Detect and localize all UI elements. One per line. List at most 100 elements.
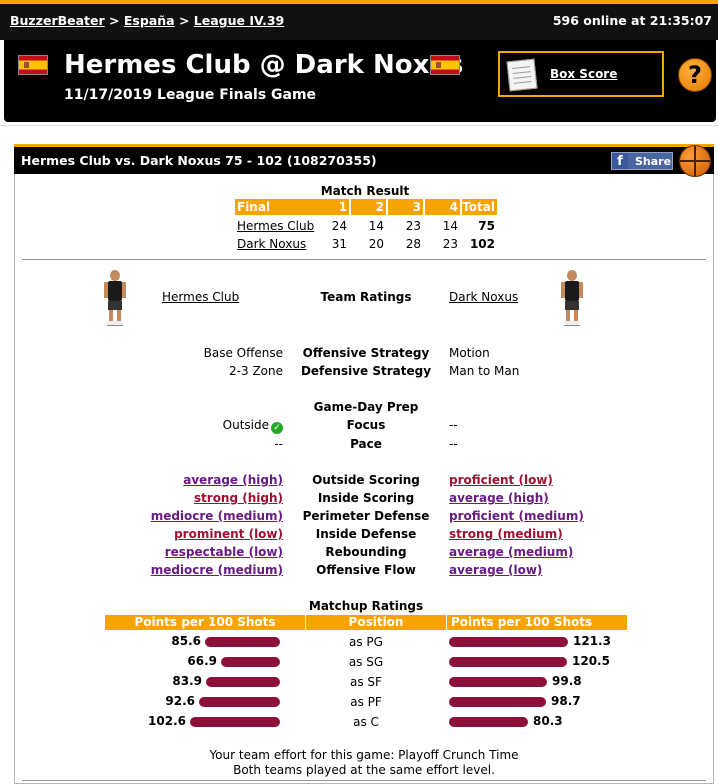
score-cell: 23 [405, 219, 421, 233]
matchup-position: as SF [350, 675, 382, 689]
panel-title: Hermes Club vs. Dark Noxus 75 - 102 (108… [21, 153, 377, 168]
away-defensive-strategy: Man to Man [449, 364, 520, 378]
basketball-icon [679, 145, 711, 177]
home-rebounding[interactable]: respectable (low) [83, 545, 283, 559]
score-header-q2: 2 [351, 199, 386, 215]
matchup-away-bar [449, 717, 528, 727]
matchup-home-value: 92.6 [165, 694, 195, 708]
matchup-home-bar [221, 657, 280, 667]
box-score-button[interactable]: Box Score [498, 51, 664, 97]
outside-scoring-label: Outside Scoring [312, 473, 420, 487]
top-nav-bar: BuzzerBeater > España > League IV.39 596… [0, 0, 718, 40]
score-cell: 20 [368, 237, 384, 251]
game-day-prep-title: Game-Day Prep [313, 400, 419, 414]
matchup-home-value: 83.9 [172, 674, 202, 688]
check-icon: ✓ [271, 422, 283, 434]
game-subtitle: 11/17/2019 League Finals Game [64, 87, 317, 103]
score-team-home-link[interactable]: Hermes Club [237, 218, 314, 234]
score-cell: 28 [405, 237, 421, 251]
box-score-label: Box Score [550, 67, 618, 81]
defensive-strategy-label: Defensive Strategy [300, 364, 432, 378]
matchup-position: as PG [349, 635, 383, 649]
home-inside-scoring[interactable]: strong (high) [83, 491, 283, 505]
score-cell: 14 [368, 219, 384, 233]
score-total: 102 [469, 237, 495, 251]
matchup-away-value: 121.3 [573, 634, 611, 648]
online-status: 596 online at 21:35:07 [552, 13, 712, 28]
matchup-away-value: 99.8 [552, 674, 582, 688]
perimeter-defense-label: Perimeter Defense [302, 509, 430, 523]
inside-defense-label: Inside Defense [315, 527, 417, 541]
focus-label: Focus [346, 418, 386, 432]
away-outside-scoring[interactable]: proficient (low) [449, 473, 553, 487]
matchup-home-value: 66.9 [187, 654, 217, 668]
away-inside-defense[interactable]: strong (medium) [449, 527, 563, 541]
score-total: 75 [478, 219, 495, 233]
home-offensive-flow[interactable]: mediocre (medium) [83, 563, 283, 577]
score-cell: 24 [331, 219, 347, 233]
score-cell: 23 [442, 237, 458, 251]
inside-scoring-label: Inside Scoring [317, 491, 415, 505]
help-icon[interactable]: ? [678, 58, 712, 92]
away-focus: -- [449, 418, 458, 432]
matchup-home-bar [205, 637, 280, 647]
spain-flag-icon [430, 55, 460, 75]
matchup-ratings-title: Matchup Ratings [308, 599, 424, 613]
score-header-total: Total [462, 199, 497, 215]
home-pace: -- [274, 437, 283, 451]
home-perimeter-defense[interactable]: mediocre (medium) [83, 509, 283, 523]
game-header: Hermes Club @ Dark Noxus 11/17/2019 Leag… [4, 40, 716, 122]
away-offensive-strategy: Motion [449, 346, 490, 360]
matchup-header-position: Position [306, 615, 446, 630]
matchup-away-bar [449, 657, 567, 667]
breadcrumb-separator: > [178, 13, 190, 28]
home-team-link[interactable]: Hermes Club [162, 290, 239, 304]
spain-flag-icon [18, 55, 48, 75]
matchup-home-bar [190, 717, 280, 727]
home-focus: Outside ✓ [113, 418, 283, 434]
matchup-away-bar [449, 677, 547, 687]
breadcrumb-league-link[interactable]: League IV.39 [194, 13, 284, 28]
offensive-flow-label: Offensive Flow [316, 563, 416, 577]
breadcrumb-spain-link[interactable]: España [124, 13, 175, 28]
matchup-header-home: Points per 100 Shots [105, 615, 305, 630]
away-rebounding[interactable]: average (medium) [449, 545, 573, 559]
matchup-position: as PF [350, 695, 382, 709]
away-offensive-flow: average (low) [449, 563, 543, 577]
page-title: Hermes Club @ Dark Noxus [64, 50, 464, 80]
away-team-link[interactable]: Dark Noxus [449, 290, 518, 304]
matchup-home-value: 85.6 [171, 634, 201, 648]
home-inside-defense[interactable]: prominent (low) [83, 527, 283, 541]
score-header-q4: 4 [425, 199, 460, 215]
away-inside-scoring[interactable]: average (high) [449, 491, 549, 505]
offensive-strategy-label: Offensive Strategy [302, 346, 430, 360]
breadcrumb: BuzzerBeater > España > League IV.39 [10, 13, 284, 28]
home-player-icon [104, 270, 126, 326]
home-outside-scoring[interactable]: average (high) [83, 473, 283, 487]
match-result-title: Match Result [320, 184, 410, 198]
document-icon [506, 58, 538, 92]
away-player-icon [561, 270, 583, 326]
away-perimeter-defense[interactable]: proficient (medium) [449, 509, 584, 523]
matchup-home-value: 102.6 [148, 714, 186, 728]
home-focus-value: Outside [222, 418, 269, 432]
rebounding-label: Rebounding [325, 545, 407, 559]
matchup-header-away: Points per 100 Shots [447, 615, 627, 630]
team-ratings-title: Team Ratings [320, 290, 412, 304]
score-header-final: Final [235, 199, 314, 215]
breadcrumb-buzzerbeater-link[interactable]: BuzzerBeater [10, 13, 105, 28]
home-defensive-strategy: 2-3 Zone [229, 364, 283, 378]
facebook-share-button[interactable]: f Share [611, 152, 673, 170]
score-cell: 14 [442, 219, 458, 233]
score-header-q1: 1 [314, 199, 349, 215]
away-pace: -- [449, 437, 458, 451]
matchup-position: as SG [348, 655, 384, 669]
matchup-home-bar [206, 677, 280, 687]
matchup-away-value: 80.3 [533, 714, 563, 728]
share-label: Share [635, 155, 672, 168]
effort-line-1: Your team effort for this game: Playoff … [209, 748, 519, 762]
score-team-away-link[interactable]: Dark Noxus [237, 236, 306, 252]
matchup-away-value: 98.7 [551, 694, 581, 708]
divider [22, 259, 706, 260]
matchup-home-bar [199, 697, 280, 707]
